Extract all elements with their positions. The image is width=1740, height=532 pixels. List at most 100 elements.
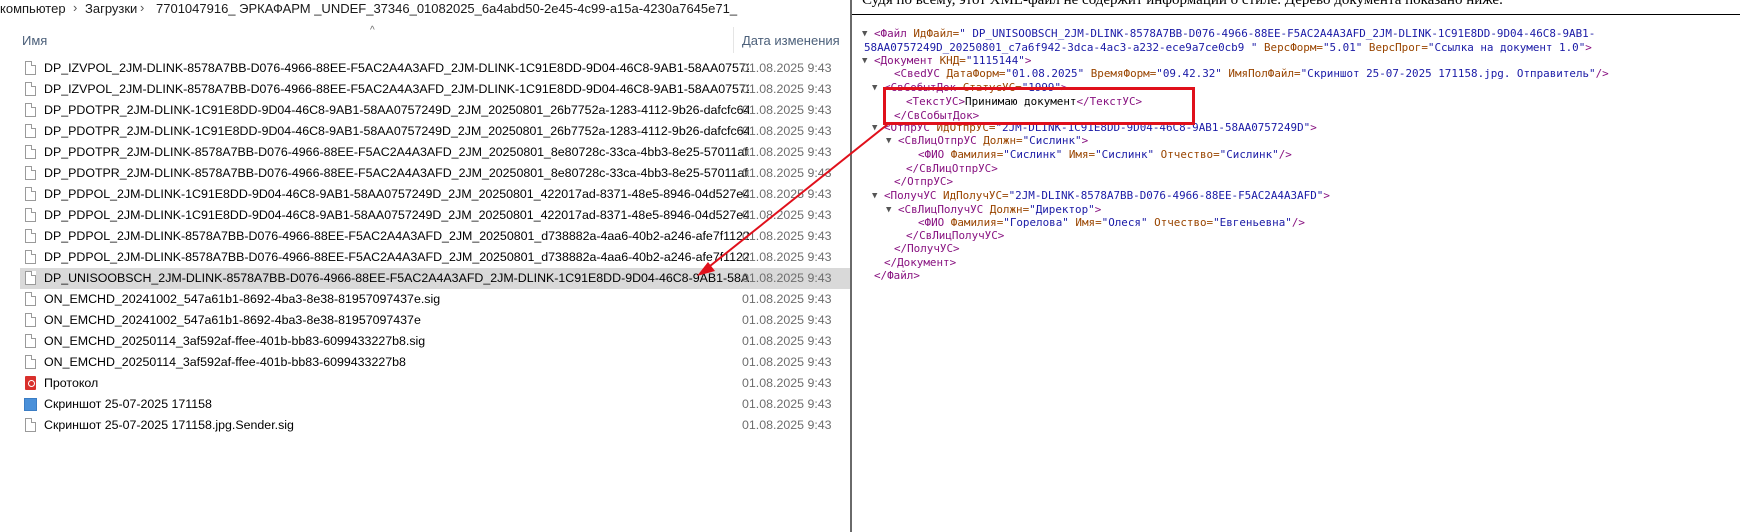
xml-attr: Имя= <box>1068 216 1102 229</box>
xml-val: "2JM-DLINK-8578A7BB-D076-4966-88EE-F5AC2… <box>1008 189 1324 202</box>
file-row[interactable]: DP_PDOTPR_2JM-DLINK-8578A7BB-D076-4966-8… <box>20 163 850 184</box>
file-date: 01.08.2025 9:43 <box>742 355 832 369</box>
file-name: DP_IZVPOL_2JM-DLINK-8578A7BB-D076-4966-8… <box>44 61 749 75</box>
breadcrumb: компьютер › Загрузки › 7701047916_ ЭРКАФАРМ … <box>0 0 850 20</box>
file-row[interactable]: DP_PDPOL_2JM-DLINK-1C91E8DD-9D04-46C8-9A… <box>20 205 850 226</box>
file-name: ON_EMCHD_20241002_547a61b1-8692-4ba3-8e3… <box>44 292 441 306</box>
xml-line: </Файл> <box>874 269 920 283</box>
file-name: DP_PDOTPR_2JM-DLINK-1C91E8DD-9D04-46C8-9… <box>44 103 749 117</box>
collapse-toggle-icon[interactable]: ▼ <box>886 205 891 215</box>
file-date: 01.08.2025 9:43 <box>742 61 832 75</box>
xml-attr: Отчество= <box>1154 148 1220 161</box>
file-row[interactable]: Протокол 01.08.2025 9:43 <box>20 373 850 394</box>
file-date: 01.08.2025 9:43 <box>742 229 832 243</box>
file-row[interactable]: DP_PDPOL_2JM-DLINK-8578A7BB-D076-4966-88… <box>20 247 850 268</box>
xml-tag: </Документ> <box>884 256 957 269</box>
file-row[interactable]: DP_PDOTPR_2JM-DLINK-8578A7BB-D076-4966-8… <box>20 142 850 163</box>
file-name: DP_PDOTPR_2JM-DLINK-1C91E8DD-9D04-46C8-9… <box>44 124 749 138</box>
file-date: 01.08.2025 9:43 <box>742 292 832 306</box>
collapse-toggle-icon[interactable]: ▼ <box>872 123 877 133</box>
file-date: 01.08.2025 9:43 <box>742 334 832 348</box>
file-icon <box>25 313 36 327</box>
file-row[interactable]: ON_EMCHD_20241002_547a61b1-8692-4ba3-8e3… <box>20 289 850 310</box>
xml-tag: <СвedУС <box>894 67 947 80</box>
collapse-toggle-icon[interactable]: ▼ <box>872 83 877 93</box>
column-divider[interactable] <box>733 27 734 53</box>
xml-attr: Должн= <box>989 203 1030 216</box>
xml-val: "Сислинк" <box>1022 134 1082 147</box>
file-icon <box>25 187 36 201</box>
file-row[interactable]: DP_UNISOOBSCH_2JM-DLINK-8578A7BB-D076-49… <box>20 268 850 289</box>
file-row[interactable]: DP_PDPOL_2JM-DLINK-8578A7BB-D076-4966-88… <box>20 226 850 247</box>
breadcrumb-item[interactable]: компьютер <box>0 1 66 16</box>
xml-val: "Сислинк" <box>1095 148 1155 161</box>
file-date: 01.08.2025 9:43 <box>742 208 832 222</box>
xml-tag: <СвЛицОтпрУС <box>898 134 984 147</box>
xml-tag: <ФИО <box>918 148 951 161</box>
xml-attr: ВерсПрог= <box>1362 41 1428 54</box>
file-icon <box>25 166 36 180</box>
xml-line: <СвЛицПолучУС Должн="Директор"> <box>898 203 1101 217</box>
xml-val: 58AA0757249D_20250801_c7a6f942-3dca-4ac3… <box>864 41 1258 54</box>
xml-tag: /> <box>1291 216 1305 229</box>
file-name: ON_EMCHD_20250114_3af592af-ffee-401b-bb8… <box>44 334 426 348</box>
file-row[interactable]: ON_EMCHD_20250114_3af592af-ffee-401b-bb8… <box>20 331 850 352</box>
file-date: 01.08.2025 9:43 <box>742 271 832 285</box>
xml-attr: Отчество= <box>1147 216 1214 229</box>
collapse-toggle-icon[interactable]: ▼ <box>872 191 877 201</box>
file-explorer: компьютер › Загрузки › 7701047916_ ЭРКАФАРМ … <box>0 0 850 532</box>
collapse-toggle-icon[interactable]: ▼ <box>862 29 867 39</box>
xml-tag: <ПолучУС <box>884 189 944 202</box>
xml-tag: </СвЛицПолучУС> <box>906 229 1005 242</box>
file-row[interactable]: Скриншот 25-07-2025 171158 01.08.2025 9:4… <box>20 394 850 415</box>
xml-line: <СвedУС ДатаФорм="01.08.2025" ВремяФорм=… <box>894 67 1609 81</box>
xml-val: "Директор" <box>1029 203 1095 216</box>
file-icon <box>25 418 36 432</box>
file-name: DP_IZVPOL_2JM-DLINK-8578A7BB-D076-4966-8… <box>44 82 749 96</box>
jpg-image-icon <box>24 398 37 411</box>
file-icon <box>25 61 36 75</box>
file-row[interactable]: DP_PDOTPR_2JM-DLINK-1C91E8DD-9D04-46C8-9… <box>20 100 850 121</box>
xml-val: "Сислинк" <box>1219 148 1279 161</box>
xml-val: "Сислинк" <box>1003 148 1063 161</box>
file-icon <box>25 250 36 264</box>
file-row[interactable]: DP_PDPOL_2JM-DLINK-1C91E8DD-9D04-46C8-9A… <box>20 184 850 205</box>
xml-attr: ВерсФорм= <box>1257 41 1323 54</box>
notice-divider <box>852 14 1740 15</box>
file-icon <box>25 145 36 159</box>
file-row[interactable]: DP_IZVPOL_2JM-DLINK-8578A7BB-D076-4966-8… <box>20 58 850 79</box>
xml-tag: </Файл> <box>874 269 920 282</box>
file-row[interactable]: Скриншот 25-07-2025 171158.jpg.Sender.si… <box>20 415 850 436</box>
chevron-right-icon[interactable]: › <box>73 0 77 15</box>
file-name: DP_PDPOL_2JM-DLINK-1C91E8DD-9D04-46C8-9A… <box>44 187 749 201</box>
sort-up-icon[interactable]: ^ <box>370 25 375 36</box>
xml-attr: ИдПолучУС= <box>943 189 1009 202</box>
xml-attr: ИмяПолФайл= <box>1221 67 1301 80</box>
file-name: DP_PDPOL_2JM-DLINK-8578A7BB-D076-4966-88… <box>44 250 749 264</box>
xml-line: </ПолучУС> <box>894 242 960 256</box>
chevron-right-icon[interactable]: › <box>140 0 144 15</box>
xml-line: </ОтпрУС> <box>894 175 953 189</box>
file-name: DP_PDOTPR_2JM-DLINK-8578A7BB-D076-4966-8… <box>44 145 749 159</box>
collapse-toggle-icon[interactable]: ▼ <box>862 56 867 66</box>
file-icon <box>25 124 36 138</box>
file-date: 01.08.2025 9:43 <box>742 313 832 327</box>
xml-line: </СвЛицОтпрУС> <box>906 162 998 176</box>
column-header-date[interactable]: Дата изменения <box>742 33 840 48</box>
xml-line: 58AA0757249D_20250801_c7a6f942-3dca-4ac3… <box>864 41 1592 55</box>
breadcrumb-item[interactable]: 7701047916_ ЭРКАФАРМ _UNDEF_37346_010820… <box>156 1 737 16</box>
file-date: 01.08.2025 9:43 <box>742 124 832 138</box>
xml-val: "1115144" <box>965 54 1025 67</box>
file-icon <box>25 229 36 243</box>
column-header-name[interactable]: Имя <box>22 33 47 48</box>
xml-tag: <Файл <box>874 27 914 40</box>
xml-tag: <Документ <box>874 54 940 67</box>
file-row[interactable]: DP_IZVPOL_2JM-DLINK-8578A7BB-D076-4966-8… <box>20 79 850 100</box>
file-row[interactable]: DP_PDOTPR_2JM-DLINK-1C91E8DD-9D04-46C8-9… <box>20 121 850 142</box>
xml-val: "Олеся" <box>1101 216 1148 229</box>
file-row[interactable]: ON_EMCHD_20241002_547a61b1-8692-4ba3-8e3… <box>20 310 850 331</box>
file-row[interactable]: ON_EMCHD_20250114_3af592af-ffee-401b-bb8… <box>20 352 850 373</box>
file-icon <box>25 292 36 306</box>
collapse-toggle-icon[interactable]: ▼ <box>886 136 891 146</box>
breadcrumb-item[interactable]: Загрузки <box>85 1 137 16</box>
